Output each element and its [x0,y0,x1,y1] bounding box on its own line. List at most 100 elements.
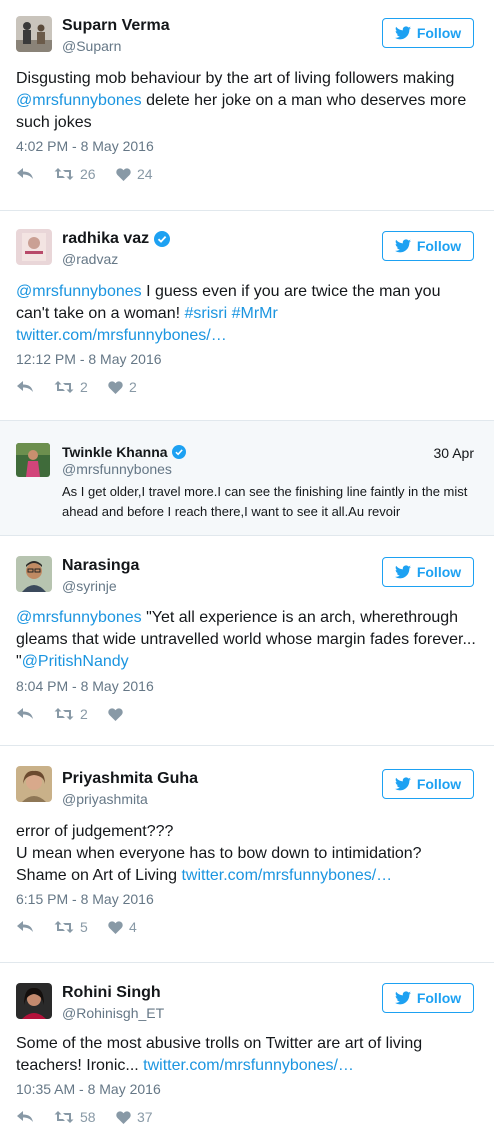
avatar[interactable] [16,16,52,52]
avatar[interactable] [16,983,52,1019]
mention-link[interactable]: @mrsfunnybones [16,92,142,109]
display-name[interactable]: Priyashmita Guha [62,770,198,788]
heart-icon [116,1110,131,1124]
reply-icon [17,1111,33,1122]
like-count: 2 [129,379,137,395]
reply-action[interactable] [16,707,54,721]
tweet-actions: 26 24 [16,165,153,183]
tweet-text: @mrsfunnybones I guess even if you are t… [16,283,441,344]
timestamp[interactable]: 10:35 AM - 8 May 2016 [16,1081,161,1097]
tweet-text: @mrsfunnybones "Yet all experience is an… [16,609,476,670]
avatar[interactable] [16,766,52,802]
tweet-actions: 58 37 [16,1108,153,1126]
url-link[interactable]: twitter.com/mrsfunnybones/… [181,867,392,884]
reply-action[interactable] [16,1110,54,1124]
username[interactable]: @priyashmita [62,791,148,807]
heart-icon [116,167,131,181]
like-action[interactable]: 4 [108,919,137,935]
reply-action[interactable] [16,167,54,181]
retweet-count: 5 [80,919,88,935]
follow-button[interactable]: Follow [382,231,474,261]
tweet-text: Some of the most abusive trolls on Twitt… [16,1035,423,1074]
quoted-tweet[interactable]: Twinkle Khanna 30 Apr @mrsfunnybones As … [0,421,494,535]
retweet-action[interactable]: 2 [54,706,108,722]
retweet-action[interactable]: 26 [54,166,116,182]
quoted-text: As I get older,I travel more.I can see t… [62,484,468,519]
reply-icon [17,708,33,719]
twitter-bird-icon [394,26,411,40]
display-name[interactable]: Narasinga [62,557,139,575]
url-link[interactable]: twitter.com/mrsfunnybones/… [16,327,227,344]
follow-label: Follow [416,238,462,254]
mention-link[interactable]: @mrsfunnybones [16,283,142,300]
retweet-action[interactable]: 5 [54,919,108,935]
tweet-actions: 2 [16,705,129,723]
display-name[interactable]: Suparn Verma [62,17,170,35]
like-action[interactable]: 2 [108,379,137,395]
tweet-card: radhika vaz @radvaz Follow @mrsfunnybone… [0,211,494,419]
tweet-actions: 2 2 [16,378,137,396]
username[interactable]: @Suparn [62,38,121,54]
quoted-date[interactable]: 30 Apr [434,445,474,461]
reply-action[interactable] [16,380,54,394]
username[interactable]: @syrinje [62,578,117,594]
reply-icon [17,921,33,932]
heart-icon [108,920,123,934]
retweet-count: 58 [80,1109,96,1125]
like-count: 4 [129,919,137,935]
display-name[interactable]: Rohini Singh [62,984,161,1002]
retweet-icon [54,921,74,933]
avatar[interactable] [16,556,52,592]
like-count: 24 [137,166,153,182]
like-action[interactable] [108,707,129,721]
timestamp[interactable]: 4:02 PM - 8 May 2016 [16,138,154,154]
timestamp[interactable]: 8:04 PM - 8 May 2016 [16,678,154,694]
follow-button[interactable]: Follow [382,769,474,799]
display-name-text[interactable]: Twinkle Khanna [62,444,168,460]
reply-icon [17,168,33,179]
reply-icon [17,381,33,392]
avatar[interactable] [16,229,52,265]
twitter-bird-icon [394,991,411,1005]
retweet-action[interactable]: 58 [54,1109,116,1125]
quoted-author: Twinkle Khanna [62,444,186,460]
heart-icon [108,380,123,394]
follow-label: Follow [416,25,462,41]
follow-label: Follow [416,990,462,1006]
heart-icon [108,707,123,721]
follow-button[interactable]: Follow [382,18,474,48]
tweet-card: Rohini Singh @Rohinisgh_ET Follow Some o… [0,963,494,1139]
display-name: radhika vaz [62,230,171,248]
retweet-count: 26 [80,166,96,182]
reply-action[interactable] [16,920,54,934]
twitter-bird-icon [394,565,411,579]
hashtag-link[interactable]: #srisri [184,305,227,322]
retweet-action[interactable]: 2 [54,379,108,395]
retweet-icon [54,381,74,393]
verified-badge-icon [154,231,171,247]
twitter-bird-icon [394,777,411,791]
tweet-card: Narasinga @syrinje Follow @mrsfunnybones… [0,536,494,744]
mention-link[interactable]: @PritishNandy [22,653,129,670]
username[interactable]: @mrsfunnybones [62,461,172,477]
display-name-text[interactable]: radhika vaz [62,230,149,248]
tweet-actions: 5 4 [16,918,137,936]
mention-link[interactable]: @mrsfunnybones [16,609,142,626]
follow-label: Follow [416,776,462,792]
follow-button[interactable]: Follow [382,557,474,587]
username[interactable]: @Rohinisgh_ET [62,1005,164,1021]
follow-button[interactable]: Follow [382,983,474,1013]
like-action[interactable]: 24 [116,166,153,182]
verified-badge-icon [171,445,186,459]
username[interactable]: @radvaz [62,251,118,267]
avatar[interactable] [16,443,50,477]
retweet-count: 2 [80,379,88,395]
url-link[interactable]: twitter.com/mrsfunnybones/… [143,1057,354,1074]
timestamp[interactable]: 12:12 PM - 8 May 2016 [16,351,162,367]
tweet-text: error of judgement??? U mean when everyon… [16,823,422,884]
retweet-icon [54,168,74,180]
hashtag-link[interactable]: #MrMr [232,305,278,322]
timestamp[interactable]: 6:15 PM - 8 May 2016 [16,891,154,907]
tweet-text: Disgusting mob behaviour by the art of l… [16,70,467,131]
like-action[interactable]: 37 [116,1109,153,1125]
